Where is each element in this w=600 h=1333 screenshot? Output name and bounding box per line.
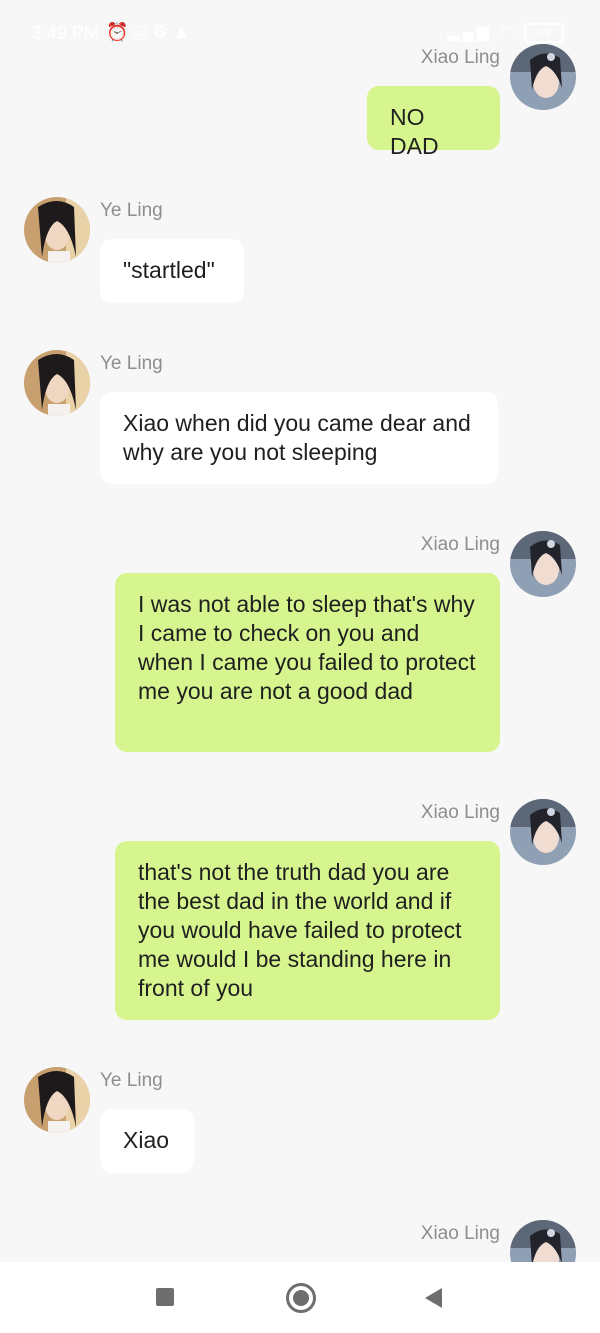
message-bubble[interactable]: Xiao when did you came dear and why are … bbox=[100, 392, 498, 484]
avatar-ye-ling[interactable] bbox=[24, 350, 90, 416]
wifi-icon: ◠ bbox=[499, 24, 517, 41]
navigation-bar bbox=[0, 1262, 600, 1333]
signal-icon: ▂▄▆ bbox=[447, 24, 493, 41]
recent-apps-button[interactable] bbox=[125, 1262, 205, 1333]
status-system-icons: ▂▄▆ ◠ 39 bbox=[447, 22, 564, 43]
sender-name: Ye Ling bbox=[100, 353, 163, 374]
sender-name: Xiao Ling bbox=[420, 802, 500, 823]
avatar-ye-ling[interactable] bbox=[24, 197, 90, 263]
home-button[interactable] bbox=[260, 1262, 340, 1333]
sender-name: Ye Ling bbox=[100, 1070, 163, 1091]
message-bubble[interactable]: I was not able to sleep that's why I cam… bbox=[115, 573, 500, 752]
message-bubble[interactable]: NO DAD bbox=[367, 86, 500, 159]
status-time: 3:49 PM bbox=[32, 23, 100, 43]
status-notification-icons: ⏰◎⚙▲ bbox=[106, 22, 194, 43]
warning-icon: ▲ bbox=[172, 22, 195, 42]
sender-name: Xiao Ling bbox=[420, 534, 500, 555]
square-icon bbox=[156, 1288, 174, 1306]
sender-name: Xiao Ling bbox=[420, 1223, 500, 1244]
avatar-xiao-ling[interactable] bbox=[510, 799, 576, 865]
battery-icon: 39 bbox=[524, 22, 564, 43]
status-bar: 3:49 PM ⏰◎⚙▲ ▂▄▆ ◠ 39 bbox=[0, 0, 600, 66]
settings-icon: ⚙ bbox=[152, 22, 173, 42]
alarm-icon: ⏰ bbox=[106, 22, 133, 42]
avatar-ye-ling[interactable] bbox=[24, 1067, 90, 1133]
message-bubble[interactable]: that's not the truth dad you are the bes… bbox=[115, 841, 500, 1020]
avatar-xiao-ling[interactable] bbox=[510, 531, 576, 597]
back-button[interactable] bbox=[393, 1262, 473, 1333]
triangle-back-icon bbox=[425, 1288, 442, 1308]
message-bubble[interactable]: Xiao bbox=[100, 1109, 194, 1173]
whatsapp-icon: ◎ bbox=[132, 22, 153, 42]
avatar-xiao-ling[interactable] bbox=[510, 1220, 576, 1262]
sender-name: Ye Ling bbox=[100, 200, 163, 221]
chat-area[interactable]: Xiao Ling NO DAD Ye Ling "startled" Ye L… bbox=[0, 0, 600, 1262]
circle-icon bbox=[286, 1283, 316, 1313]
message-bubble[interactable]: "startled" bbox=[100, 239, 244, 303]
